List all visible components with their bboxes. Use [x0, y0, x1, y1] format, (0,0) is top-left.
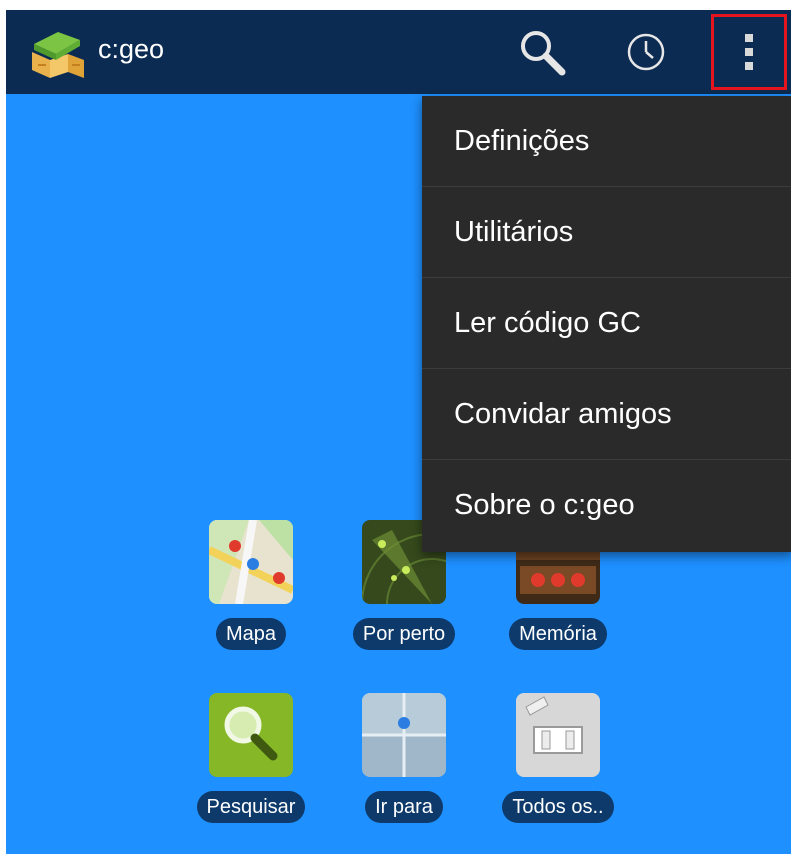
- tile-goto[interactable]: Ir para: [329, 693, 479, 823]
- menu-item-settings[interactable]: Definições: [422, 96, 791, 187]
- overflow-menu-button[interactable]: [711, 14, 787, 90]
- overflow-menu: Definições Utilitários Ler código GC Con…: [422, 96, 791, 552]
- history-button[interactable]: [614, 10, 678, 94]
- tile-map[interactable]: Mapa: [176, 520, 326, 650]
- tile-label: Mapa: [215, 618, 287, 650]
- tile-label: Memória: [509, 618, 607, 650]
- go-to-icon: [362, 693, 446, 777]
- action-bar: c:geo: [6, 10, 791, 94]
- menu-item-read-gc-code[interactable]: Ler código GC: [422, 278, 791, 369]
- more-vert-icon: [745, 34, 753, 70]
- app-screen: c:geo Mapa Por perto Memória Pesquisar I…: [6, 10, 791, 854]
- tile-label: Ir para: [365, 791, 443, 823]
- search-icon: [521, 31, 566, 76]
- tile-all[interactable]: Todos os..: [483, 693, 633, 823]
- menu-item-utilities[interactable]: Utilitários: [422, 187, 791, 278]
- tile-label: Todos os..: [502, 791, 614, 823]
- cgeo-logo-icon: [32, 32, 84, 78]
- search-tile-icon: [209, 693, 293, 777]
- tile-label: Por perto: [352, 618, 456, 650]
- tile-label: Pesquisar: [196, 791, 306, 823]
- map-icon: [209, 520, 293, 604]
- search-button[interactable]: [502, 10, 582, 94]
- all-caches-icon: [516, 693, 600, 777]
- menu-item-about[interactable]: Sobre o c:geo: [422, 460, 791, 551]
- tile-search[interactable]: Pesquisar: [176, 693, 326, 823]
- app-title: c:geo: [98, 34, 165, 64]
- menu-item-invite-friends[interactable]: Convidar amigos: [422, 369, 791, 460]
- history-icon: [627, 33, 665, 71]
